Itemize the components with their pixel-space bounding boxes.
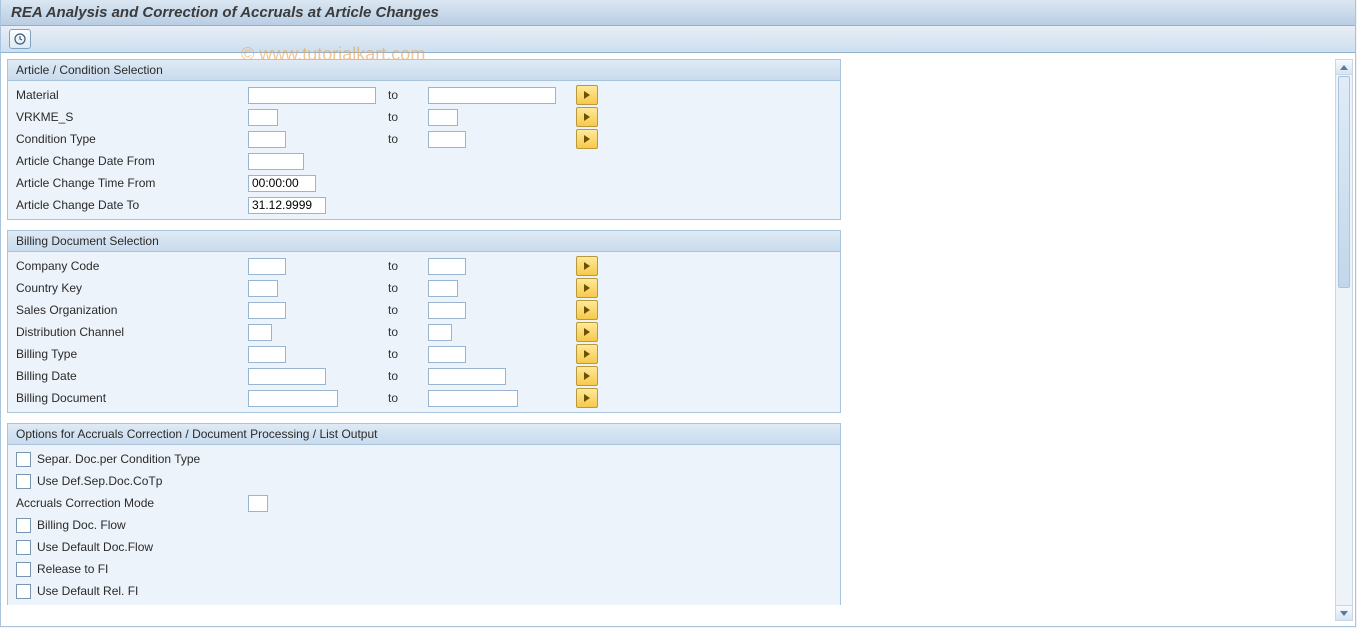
group-options: Options for Accruals Correction / Docume… [7, 423, 841, 605]
company-code-multi-select-button[interactable] [576, 256, 598, 276]
label-billing-type: Billing Type [16, 347, 248, 361]
page-title: REA Analysis and Correction of Accruals … [1, 0, 1355, 26]
country-key-multi-select-button[interactable] [576, 278, 598, 298]
dist-channel-to[interactable] [428, 324, 452, 341]
label-default-flow: Use Default Doc.Flow [37, 540, 153, 554]
billing-doc-multi-select-button[interactable] [576, 388, 598, 408]
app-toolbar [1, 26, 1355, 53]
chevron-down-icon [1340, 611, 1348, 616]
group-options-title: Options for Accruals Correction / Docume… [8, 424, 840, 445]
company-code-to[interactable] [428, 258, 466, 275]
condtype-multi-select-button[interactable] [576, 129, 598, 149]
vrkme-from[interactable] [248, 109, 278, 126]
label-country-key: Country Key [16, 281, 248, 295]
sales-org-to[interactable] [428, 302, 466, 319]
condtype-from[interactable] [248, 131, 286, 148]
form-area: Article / Condition Selection Material t… [7, 59, 1333, 623]
label-vrkme: VRKME_S [16, 110, 248, 124]
to-label: to [388, 132, 428, 146]
to-label: to [388, 281, 428, 295]
label-use-def-sep: Use Def.Sep.Doc.CoTp [37, 474, 162, 488]
dist-channel-from[interactable] [248, 324, 272, 341]
company-code-from[interactable] [248, 258, 286, 275]
execute-button[interactable] [9, 29, 31, 49]
condtype-to[interactable] [428, 131, 466, 148]
vertical-scrollbar[interactable] [1335, 59, 1353, 621]
label-default-rel-fi: Use Default Rel. FI [37, 584, 138, 598]
label-condition-type: Condition Type [16, 132, 248, 146]
material-multi-select-button[interactable] [576, 85, 598, 105]
to-label: to [388, 347, 428, 361]
sales-org-from[interactable] [248, 302, 286, 319]
checkbox-use-def-sep[interactable] [16, 474, 31, 489]
vrkme-to[interactable] [428, 109, 458, 126]
clock-execute-icon [14, 33, 26, 45]
group-billing-document-title: Billing Document Selection [8, 231, 840, 252]
group-billing-document: Billing Document Selection Company Code … [7, 230, 841, 413]
country-key-from[interactable] [248, 280, 278, 297]
change-time-from[interactable] [248, 175, 316, 192]
to-label: to [388, 110, 428, 124]
label-release-fi: Release to FI [37, 562, 108, 576]
billing-type-multi-select-button[interactable] [576, 344, 598, 364]
change-date-to[interactable] [248, 197, 326, 214]
country-key-to[interactable] [428, 280, 458, 297]
scroll-up-button[interactable] [1336, 60, 1352, 75]
material-from[interactable] [248, 87, 376, 104]
label-accruals-mode: Accruals Correction Mode [16, 496, 248, 510]
scroll-thumb[interactable] [1338, 76, 1350, 288]
to-label: to [388, 325, 428, 339]
billing-doc-to[interactable] [428, 390, 518, 407]
scroll-down-button[interactable] [1336, 605, 1352, 620]
chevron-up-icon [1340, 65, 1348, 70]
checkbox-release-fi[interactable] [16, 562, 31, 577]
billing-type-from[interactable] [248, 346, 286, 363]
material-to[interactable] [428, 87, 556, 104]
billing-doc-from[interactable] [248, 390, 338, 407]
checkbox-separ-doc[interactable] [16, 452, 31, 467]
billing-date-from[interactable] [248, 368, 326, 385]
sales-org-multi-select-button[interactable] [576, 300, 598, 320]
label-change-date-to: Article Change Date To [16, 198, 248, 212]
group-article-condition: Article / Condition Selection Material t… [7, 59, 841, 220]
label-company-code: Company Code [16, 259, 248, 273]
label-billing-document: Billing Document [16, 391, 248, 405]
checkbox-default-flow[interactable] [16, 540, 31, 555]
label-change-date-from: Article Change Date From [16, 154, 248, 168]
billing-date-multi-select-button[interactable] [576, 366, 598, 386]
to-label: to [388, 303, 428, 317]
change-date-from[interactable] [248, 153, 304, 170]
group-article-condition-title: Article / Condition Selection [8, 60, 840, 81]
vrkme-multi-select-button[interactable] [576, 107, 598, 127]
label-billing-date: Billing Date [16, 369, 248, 383]
label-material: Material [16, 88, 248, 102]
label-billing-flow: Billing Doc. Flow [37, 518, 126, 532]
dist-channel-multi-select-button[interactable] [576, 322, 598, 342]
billing-type-to[interactable] [428, 346, 466, 363]
to-label: to [388, 259, 428, 273]
label-change-time-from: Article Change Time From [16, 176, 248, 190]
accruals-mode-field[interactable] [248, 495, 268, 512]
to-label: to [388, 391, 428, 405]
label-separ-doc: Separ. Doc.per Condition Type [37, 452, 200, 466]
billing-date-to[interactable] [428, 368, 506, 385]
checkbox-billing-flow[interactable] [16, 518, 31, 533]
to-label: to [388, 369, 428, 383]
checkbox-default-rel-fi[interactable] [16, 584, 31, 599]
label-sales-org: Sales Organization [16, 303, 248, 317]
to-label: to [388, 88, 428, 102]
label-dist-channel: Distribution Channel [16, 325, 248, 339]
